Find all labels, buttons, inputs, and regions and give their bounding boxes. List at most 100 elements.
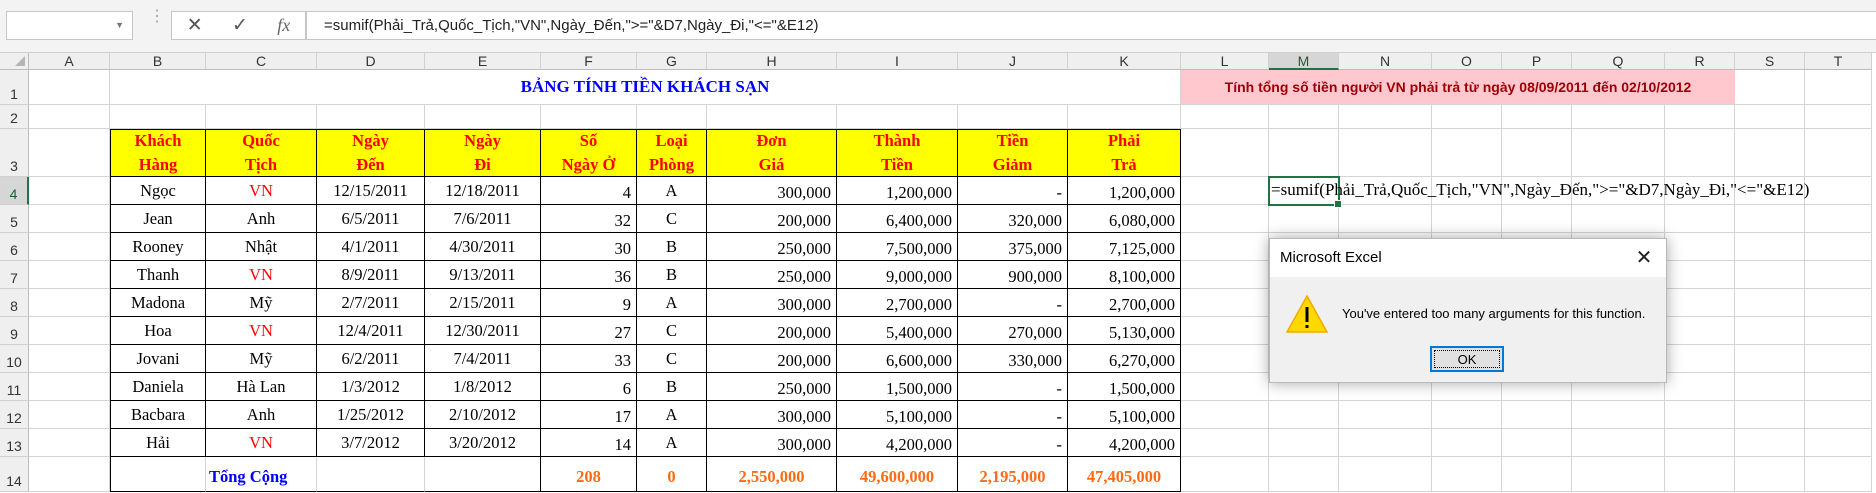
row-header-10[interactable]: 10 — [0, 345, 29, 373]
cell-nationality[interactable]: Anh — [206, 401, 317, 429]
row-header-8[interactable]: 8 — [0, 289, 29, 317]
cell-days-stayed[interactable]: 17 — [541, 401, 637, 429]
cell[interactable] — [1432, 105, 1502, 129]
cell[interactable] — [1805, 289, 1872, 317]
cell[interactable] — [637, 105, 707, 129]
column-header-r[interactable]: R — [1665, 53, 1735, 70]
column-header-a[interactable]: A — [29, 53, 110, 70]
cell[interactable] — [1181, 177, 1269, 205]
cell[interactable] — [1339, 401, 1432, 429]
cell-amount[interactable]: 6,400,000 — [837, 205, 958, 233]
cell-departure-date[interactable]: 7/6/2011 — [425, 205, 541, 233]
cell[interactable] — [29, 429, 110, 457]
cell[interactable] — [29, 317, 110, 345]
cell[interactable] — [1432, 205, 1502, 233]
row-header-3[interactable]: 3 — [0, 129, 29, 177]
cell[interactable] — [1665, 289, 1735, 317]
total-unit-price[interactable]: 2,550,000 — [707, 457, 837, 492]
cell[interactable] — [29, 345, 110, 373]
cell[interactable] — [1805, 457, 1872, 492]
cell-discount[interactable]: - — [958, 373, 1068, 401]
cell[interactable] — [1735, 401, 1805, 429]
cell[interactable] — [317, 105, 425, 129]
cell[interactable] — [317, 457, 425, 492]
column-header-m[interactable]: M — [1269, 53, 1339, 70]
cell-nationality[interactable]: VN — [206, 261, 317, 289]
cell-discount[interactable]: 330,000 — [958, 345, 1068, 373]
cell[interactable] — [1339, 205, 1432, 233]
cell[interactable] — [1805, 373, 1872, 401]
cell-amount[interactable]: 6,600,000 — [837, 345, 958, 373]
cell[interactable] — [1735, 129, 1805, 177]
cell-departure-date[interactable]: 9/13/2011 — [425, 261, 541, 289]
cell[interactable] — [1665, 457, 1735, 492]
column-header-g[interactable]: G — [637, 53, 707, 70]
cell[interactable] — [1572, 129, 1665, 177]
cell[interactable] — [1432, 457, 1502, 492]
cell[interactable] — [1502, 105, 1572, 129]
ok-button[interactable]: OK — [1430, 346, 1504, 372]
cell[interactable] — [425, 105, 541, 129]
column-header-p[interactable]: P — [1502, 53, 1572, 70]
cell-room-type[interactable]: A — [637, 177, 707, 205]
cell-total-due[interactable]: 7,125,000 — [1068, 233, 1181, 261]
note-cell[interactable]: Tính tổng số tiền người VN phải trả từ n… — [1181, 70, 1735, 105]
cell-days-stayed[interactable]: 6 — [541, 373, 637, 401]
cell-days-stayed[interactable]: 32 — [541, 205, 637, 233]
cell[interactable] — [1665, 373, 1735, 401]
cell[interactable] — [1735, 289, 1805, 317]
column-label-1[interactable]: Quốc Tịch — [206, 129, 317, 177]
cell[interactable] — [1339, 429, 1432, 457]
cell[interactable] — [1572, 105, 1665, 129]
cell[interactable] — [1572, 429, 1665, 457]
cell[interactable] — [1068, 105, 1181, 129]
cell-room-type[interactable]: A — [637, 429, 707, 457]
cell[interactable] — [1665, 129, 1735, 177]
total-total-due[interactable]: 47,405,000 — [1068, 457, 1181, 492]
cell-days-stayed[interactable]: 9 — [541, 289, 637, 317]
cell-nationality[interactable]: Hà Lan — [206, 373, 317, 401]
column-label-2[interactable]: Ngày Đến — [317, 129, 425, 177]
cell-arrival-date[interactable]: 8/9/2011 — [317, 261, 425, 289]
cell-total-due[interactable]: 6,270,000 — [1068, 345, 1181, 373]
cell-customer[interactable]: Madona — [110, 289, 206, 317]
cell-departure-date[interactable]: 12/30/2011 — [425, 317, 541, 345]
cell[interactable] — [1665, 429, 1735, 457]
cell-unit-price[interactable]: 300,000 — [707, 429, 837, 457]
cell[interactable] — [1735, 457, 1805, 492]
cell-total-due[interactable]: 5,100,000 — [1068, 401, 1181, 429]
cell-customer[interactable]: Jovani — [110, 345, 206, 373]
cell-edit-text[interactable]: =sumif(Phải_Trả,Quốc_Tịch,"VN",Ngày_Đến,… — [1271, 180, 1809, 200]
cell[interactable] — [1805, 401, 1872, 429]
cell[interactable] — [110, 457, 206, 492]
row-header-7[interactable]: 7 — [0, 261, 29, 289]
cell-days-stayed[interactable]: 14 — [541, 429, 637, 457]
insert-function-icon[interactable]: fx — [277, 15, 290, 36]
cell-amount[interactable]: 4,200,000 — [837, 429, 958, 457]
cell[interactable] — [1181, 205, 1269, 233]
cell-nationality[interactable]: Anh — [206, 205, 317, 233]
cell[interactable] — [1181, 429, 1269, 457]
cell-unit-price[interactable]: 250,000 — [707, 373, 837, 401]
cell-discount[interactable]: 320,000 — [958, 205, 1068, 233]
cell-room-type[interactable]: C — [637, 205, 707, 233]
total-discount[interactable]: 2,195,000 — [958, 457, 1068, 492]
cancel-icon[interactable]: ✕ — [187, 14, 203, 37]
cell-discount[interactable]: 375,000 — [958, 233, 1068, 261]
cell-customer[interactable]: Rooney — [110, 233, 206, 261]
cell[interactable] — [1339, 457, 1432, 492]
cell-total-due[interactable]: 2,700,000 — [1068, 289, 1181, 317]
cell-days-stayed[interactable]: 27 — [541, 317, 637, 345]
cell[interactable] — [1805, 345, 1872, 373]
cell[interactable] — [1572, 401, 1665, 429]
cell[interactable] — [1805, 205, 1872, 233]
cell[interactable] — [1502, 205, 1572, 233]
cell[interactable] — [1805, 177, 1872, 205]
cell-departure-date[interactable]: 7/4/2011 — [425, 345, 541, 373]
total-days-stayed[interactable]: 208 — [541, 457, 637, 492]
cell[interactable] — [1735, 317, 1805, 345]
cell-room-type[interactable]: C — [637, 317, 707, 345]
cell[interactable] — [29, 129, 110, 177]
cell[interactable] — [1181, 373, 1269, 401]
cell[interactable] — [1665, 105, 1735, 129]
